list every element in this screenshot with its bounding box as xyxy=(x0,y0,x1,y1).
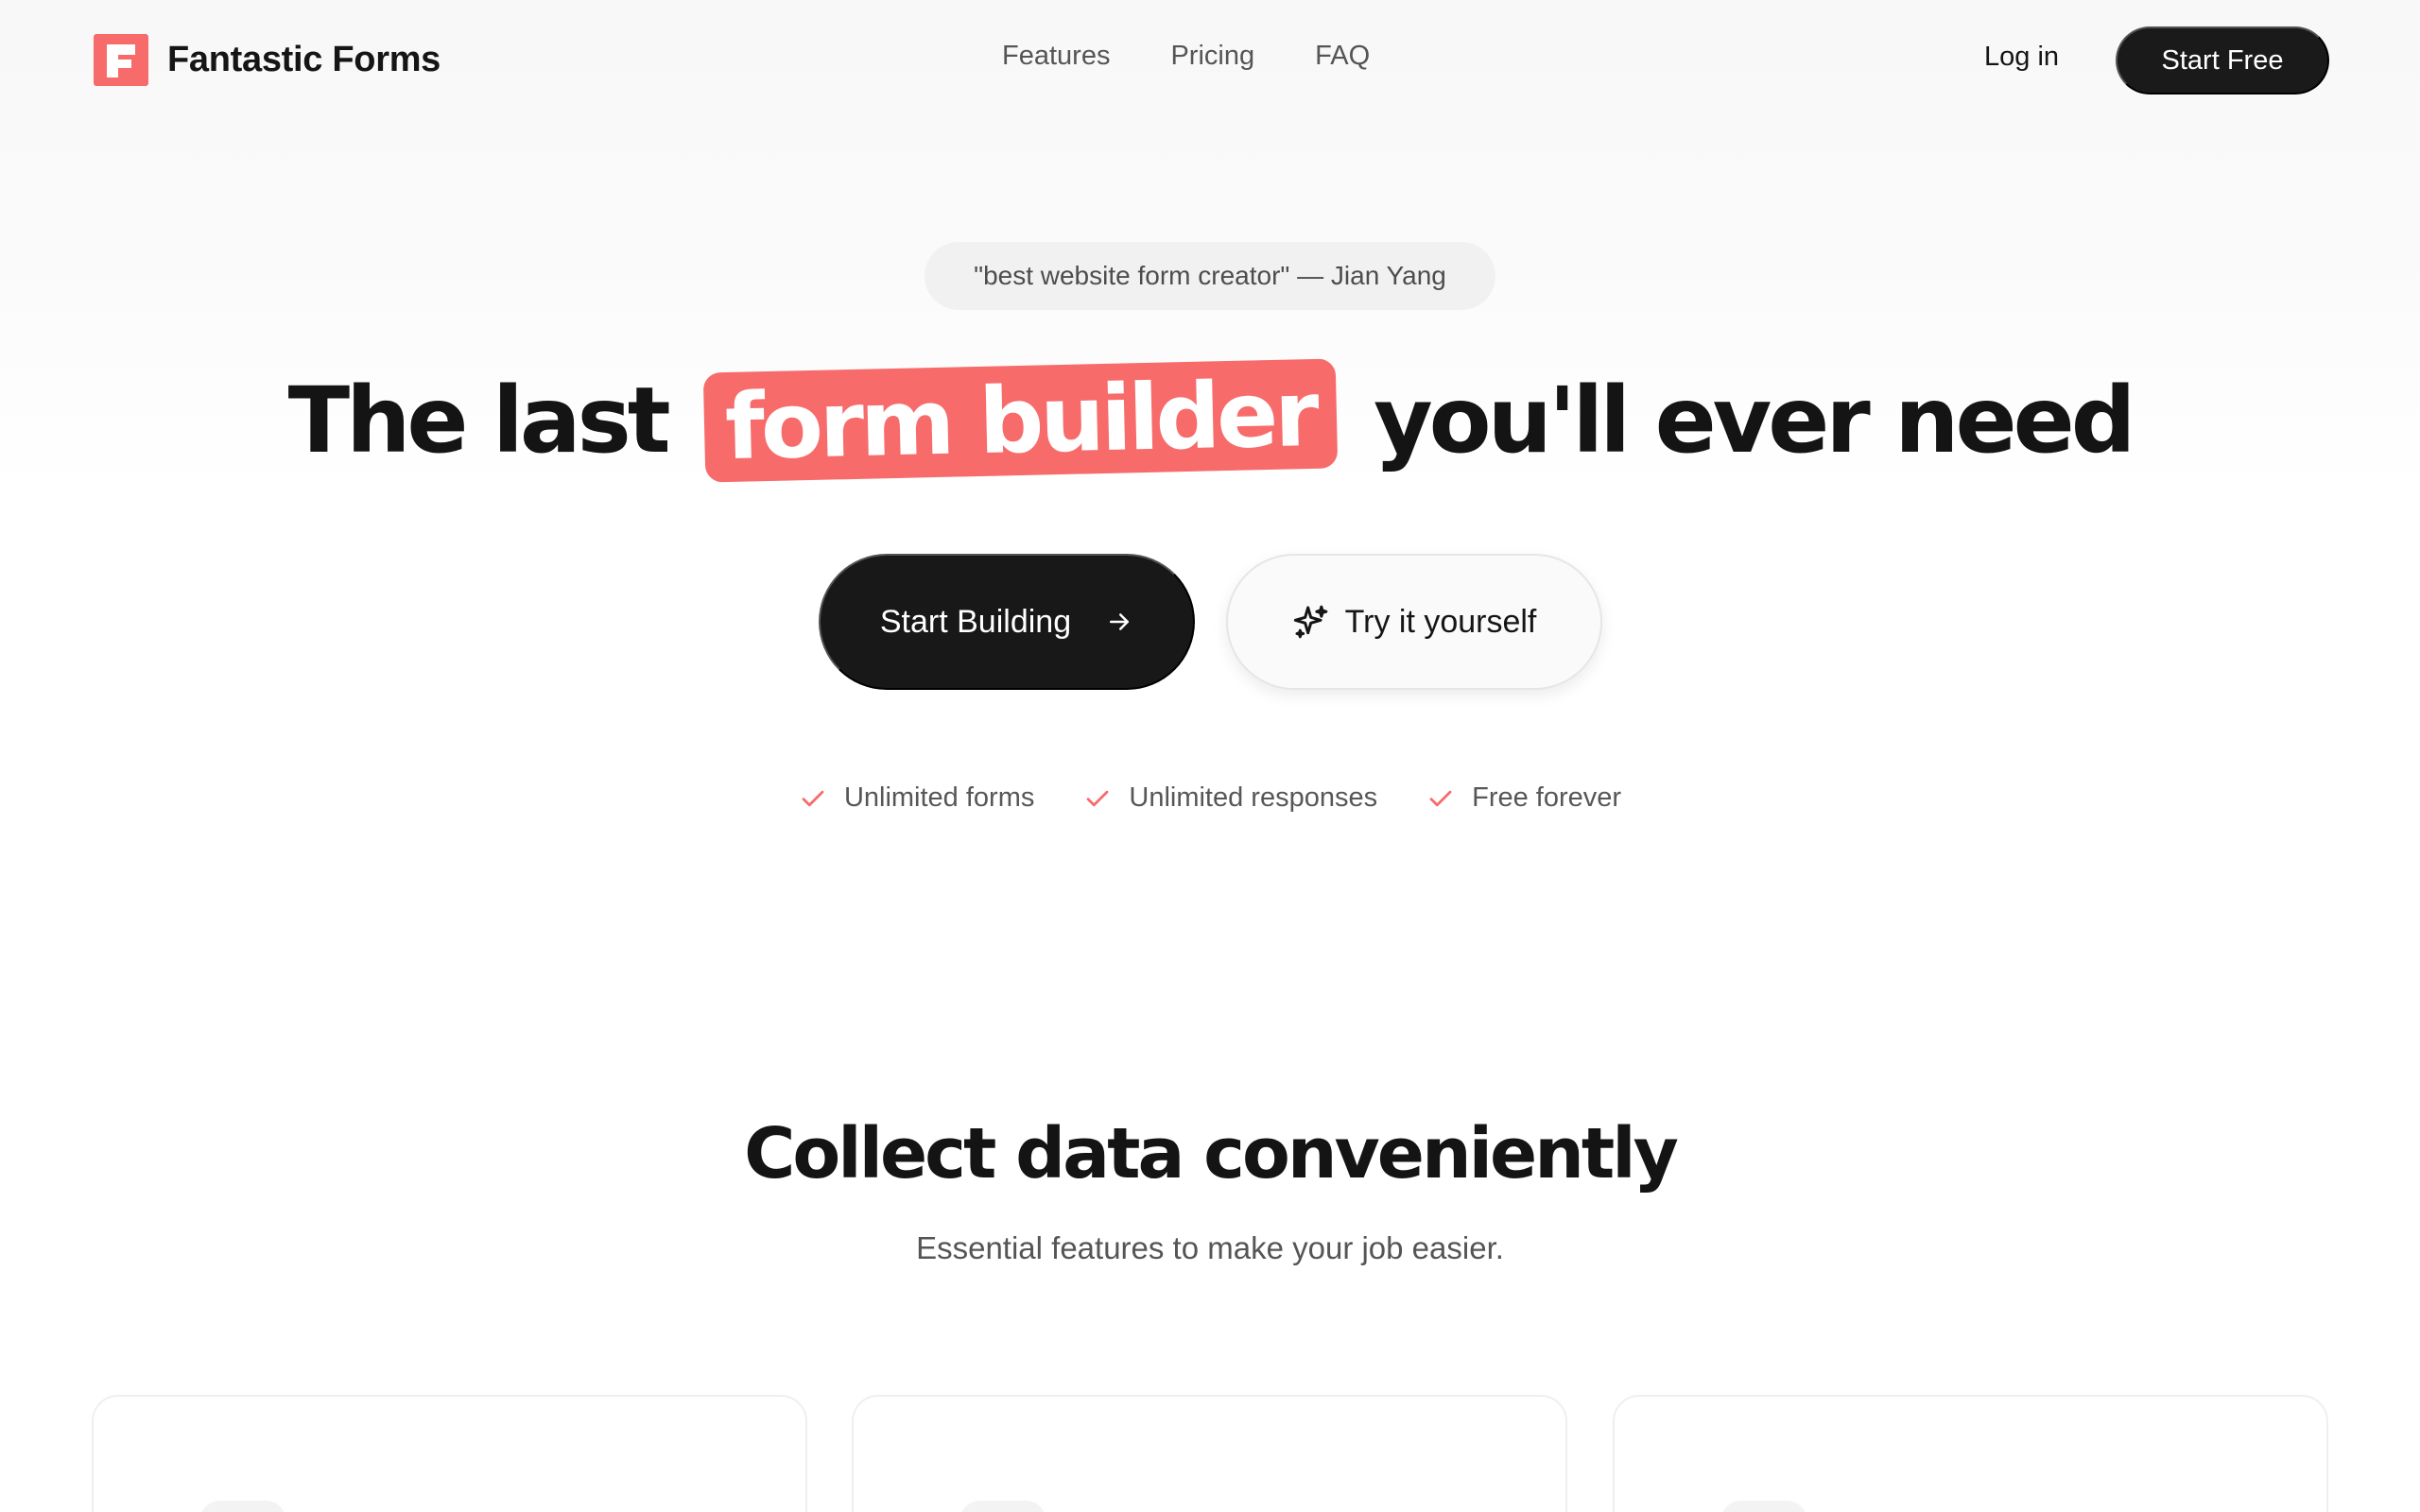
feature-card xyxy=(1613,1395,2328,1512)
nav-links: Features Pricing FAQ xyxy=(1002,41,1370,72)
brand-logo[interactable]: Fantastic Forms xyxy=(94,34,441,86)
feature-check-item: Free forever xyxy=(1426,782,1621,814)
feature-checklist: Unlimited forms Unlimited responses Free… xyxy=(0,782,2420,814)
check-icon xyxy=(1429,790,1452,806)
section-title: Collect data conveniently xyxy=(744,1113,1679,1194)
headline-post: you'll ever need xyxy=(1374,368,2135,473)
section-subtitle: Essential features to make your job easi… xyxy=(916,1230,1504,1265)
start-building-button[interactable]: Start Building xyxy=(819,554,1195,690)
feature-card-icon xyxy=(1720,1501,1807,1512)
logo-f-icon xyxy=(94,34,148,86)
check-icon xyxy=(802,790,824,806)
nav-link-faq[interactable]: FAQ xyxy=(1315,41,1370,72)
headline-highlight: form builder xyxy=(702,358,1338,483)
arrow-right-icon xyxy=(1110,613,1130,630)
try-it-yourself-button[interactable]: Try it yourself xyxy=(1226,554,1602,690)
login-link[interactable]: Log in xyxy=(1984,42,2059,73)
hero-headline: The last form builder you'll ever need xyxy=(0,358,2420,483)
start-building-label: Start Building xyxy=(879,603,1072,640)
top-nav: Fantastic Forms Features Pricing FAQ Log… xyxy=(0,0,2420,121)
feature-check-label: Unlimited responses xyxy=(1129,782,1378,813)
feature-card xyxy=(92,1395,807,1512)
feature-card-icon xyxy=(199,1501,286,1512)
start-free-button[interactable]: Start Free xyxy=(2116,26,2329,94)
feature-check-label: Unlimited forms xyxy=(843,782,1035,813)
testimonial-pill: "best website form creator" — Jian Yang xyxy=(925,242,1495,310)
landing-page: Fantastic Forms Features Pricing FAQ Log… xyxy=(0,0,2420,1512)
brand-name: Fantastic Forms xyxy=(167,40,441,79)
feature-check-label: Free forever xyxy=(1472,782,1622,813)
nav-link-features[interactable]: Features xyxy=(1002,41,1110,72)
try-it-yourself-label: Try it yourself xyxy=(1344,603,1537,640)
feature-card-icon xyxy=(959,1501,1046,1512)
headline-pre: The last xyxy=(287,368,671,473)
feature-check-item: Unlimited responses xyxy=(1083,782,1377,814)
check-icon xyxy=(1087,790,1109,806)
feature-card xyxy=(852,1395,1567,1512)
testimonial-text: "best website form creator" — Jian Yang xyxy=(974,261,1446,290)
feature-check-item: Unlimited forms xyxy=(799,782,1034,814)
sparkle-icon xyxy=(1293,605,1327,639)
nav-link-pricing[interactable]: Pricing xyxy=(1170,41,1254,72)
